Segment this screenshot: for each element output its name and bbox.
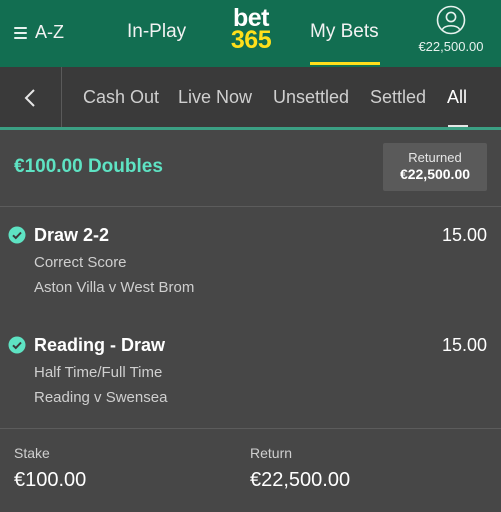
hamburger-icon [14,26,27,39]
selection-odds: 15.00 [441,335,487,355]
return-value: €22,500.00 [250,469,351,491]
account-button[interactable]: €22,500.00 [405,5,497,54]
az-menu-label: A-Z [35,22,64,42]
tab-unsettled[interactable]: Unsettled [273,87,349,108]
check-circle-icon [8,336,26,354]
inplay-link[interactable]: In-Play [127,21,186,43]
returned-badge: Returned €22,500.00 [383,143,487,191]
stake-return-footer: Stake €100.00 Return €22,500.00 [0,429,501,512]
selection-market: Half Time/Full Time [34,364,163,381]
user-circle-icon [436,5,466,35]
returned-label: Returned [408,150,462,165]
mybets-link[interactable]: My Bets [310,21,379,43]
tab-live-now[interactable]: Live Now [178,87,252,108]
returned-value: €22,500.00 [399,166,471,182]
selection-event: Reading v Swensea [34,389,168,406]
tab-cash-out[interactable]: Cash Out [83,87,159,108]
selection-odds: 15.00 [441,225,487,245]
back-button[interactable] [0,67,62,127]
chevron-left-icon [24,89,35,107]
selection-event: Aston Villa v West Brom [34,279,195,296]
mybets-subnav: Cash Out Live Now Unsettled Settled All [0,67,501,127]
subnav-divider [0,127,501,130]
check-circle-icon [8,226,26,244]
account-balance: €22,500.00 [418,39,484,54]
stake-value: €100.00 [14,469,87,491]
tab-all[interactable]: All [447,87,467,108]
mybets-active-indicator [310,62,380,65]
bet-title: €100.00 Doubles [14,156,163,177]
az-menu-button[interactable]: A-Z [14,22,64,43]
top-header: A-Z In-Play bet 365 My Bets €22,500.00 [0,0,501,67]
selection-market: Correct Score [34,254,127,271]
divider [0,206,501,207]
stake-label: Stake [14,445,50,461]
return-label: Return [250,445,293,461]
bet365-logo[interactable]: bet 365 [225,6,277,54]
tab-settled[interactable]: Settled [370,87,426,108]
selection-name: Draw 2-2 [34,225,110,245]
selection-name: Reading - Draw [34,335,166,355]
logo-text-365: 365 [230,26,272,54]
